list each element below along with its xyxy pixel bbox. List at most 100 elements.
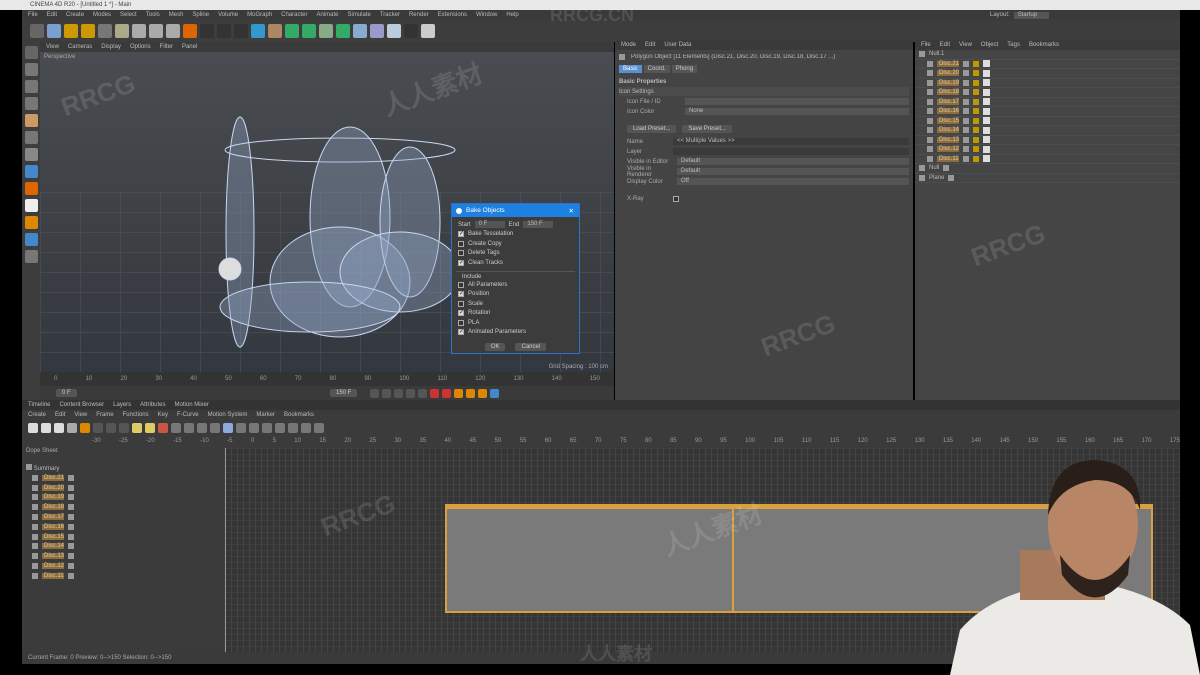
menu-item[interactable]: Key bbox=[158, 412, 168, 418]
timeline-tool-icon[interactable] bbox=[314, 423, 324, 433]
timeline-track[interactable]: Disc.13 bbox=[26, 551, 88, 561]
material-tag-icon[interactable] bbox=[983, 145, 990, 153]
timeline-window-icon[interactable] bbox=[490, 388, 499, 398]
material-tag-icon[interactable] bbox=[983, 155, 990, 163]
material-tag-icon[interactable] bbox=[983, 126, 990, 134]
material-tag-icon[interactable] bbox=[983, 107, 990, 115]
phong-tag-icon[interactable] bbox=[973, 146, 979, 153]
object-row[interactable]: Plane bbox=[915, 174, 1180, 183]
object-row[interactable]: Disc.13 bbox=[915, 136, 1180, 145]
timeline-tool-icon[interactable] bbox=[28, 423, 38, 433]
checkbox-row[interactable]: ✓ Bake Tesselation bbox=[452, 230, 579, 240]
timeline-track[interactable]: Disc.11 bbox=[26, 571, 88, 581]
menu-item[interactable]: Content Browser bbox=[59, 402, 104, 408]
timeline-tool-icon[interactable] bbox=[171, 423, 181, 433]
track-toggle-icon[interactable] bbox=[68, 484, 74, 491]
timeline-tool-icon[interactable] bbox=[301, 423, 311, 433]
timeline-track[interactable]: Disc.14 bbox=[26, 542, 88, 552]
tool-icon[interactable] bbox=[268, 24, 282, 38]
timeline-tool-icon[interactable] bbox=[93, 423, 103, 433]
tool-icon[interactable] bbox=[149, 24, 163, 38]
xray-checkbox[interactable] bbox=[673, 195, 679, 202]
visibility-dots-icon[interactable] bbox=[948, 174, 955, 181]
timeline-tool-icon[interactable] bbox=[210, 423, 220, 433]
mode-icon[interactable] bbox=[24, 233, 38, 246]
layer-field[interactable] bbox=[673, 148, 909, 155]
phong-tag-icon[interactable] bbox=[973, 127, 979, 134]
timeline-tool-icon[interactable] bbox=[158, 423, 168, 433]
tool-icon[interactable] bbox=[47, 24, 61, 38]
visibility-dots-icon[interactable] bbox=[963, 155, 969, 162]
tab-basic[interactable]: Basic bbox=[619, 64, 642, 73]
object-row-root[interactable]: Null.1 bbox=[915, 50, 1180, 60]
menu-item[interactable]: Edit bbox=[645, 42, 655, 48]
visibility-dots-icon[interactable] bbox=[963, 70, 969, 77]
tool-icon[interactable] bbox=[387, 24, 401, 38]
menu-item[interactable]: Render bbox=[409, 12, 429, 18]
phong-tag-icon[interactable] bbox=[973, 89, 979, 96]
mode-icon[interactable] bbox=[24, 131, 38, 144]
display-color-select[interactable]: Off bbox=[677, 178, 909, 185]
timeline-ruler[interactable]: 0 10 20 30 40 50 60 70 80 90 100 110 120 130 140 150 bbox=[40, 372, 614, 386]
tool-icon[interactable] bbox=[115, 24, 129, 38]
menu-item[interactable]: User Data bbox=[664, 42, 691, 48]
tool-icon[interactable] bbox=[64, 24, 78, 38]
menu-item[interactable]: Create bbox=[66, 12, 84, 18]
cancel-button[interactable]: Cancel bbox=[515, 343, 547, 351]
end-frame-field[interactable]: 150 F bbox=[330, 389, 358, 397]
timeline-tool-icon[interactable] bbox=[67, 423, 77, 433]
checkbox[interactable] bbox=[458, 250, 464, 257]
menu-item[interactable]: Mesh bbox=[169, 12, 184, 18]
timeline-track[interactable]: Disc.20 bbox=[26, 483, 88, 493]
menu-item[interactable]: Window bbox=[476, 12, 497, 18]
menu-item[interactable]: Layers bbox=[113, 402, 131, 408]
tool-icon[interactable] bbox=[353, 24, 367, 38]
visibility-dots-icon[interactable] bbox=[963, 98, 969, 105]
checkbox[interactable] bbox=[458, 240, 464, 247]
material-tag-icon[interactable] bbox=[983, 60, 990, 68]
object-row[interactable]: Disc.12 bbox=[915, 145, 1180, 155]
menu-item[interactable]: Tools bbox=[146, 12, 160, 18]
menu-item[interactable]: MoGraph bbox=[247, 12, 272, 18]
menu-item[interactable]: Bookmarks bbox=[284, 412, 314, 418]
timeline-tool-icon[interactable] bbox=[184, 423, 194, 433]
timeline-frame-ruler[interactable]: -30 -25 -20 -15 -10 -5 0 5 10 15 20 25 30 35 40 45 50 55 6… bbox=[92, 438, 1180, 448]
checkbox[interactable] bbox=[458, 319, 464, 326]
phong-tag-icon[interactable] bbox=[973, 117, 979, 124]
menu-item[interactable]: Volume bbox=[218, 12, 238, 18]
go-start-icon[interactable] bbox=[370, 388, 379, 398]
track-toggle-icon[interactable] bbox=[68, 474, 74, 481]
menu-item[interactable]: View bbox=[959, 42, 972, 48]
visibility-dots-icon[interactable] bbox=[963, 136, 969, 143]
menu-item[interactable]: Character bbox=[281, 12, 307, 18]
visibility-dots-icon[interactable] bbox=[963, 89, 969, 96]
menu-item[interactable]: File bbox=[921, 42, 931, 48]
timeline-tool-icon[interactable] bbox=[54, 423, 64, 433]
end-field[interactable]: 150 F bbox=[523, 221, 554, 229]
checkbox-row[interactable]: Scale bbox=[452, 299, 579, 309]
tool-icon[interactable] bbox=[81, 24, 95, 38]
icon-file-field[interactable] bbox=[685, 98, 909, 105]
object-row[interactable]: Disc.15 bbox=[915, 117, 1180, 126]
timeline-tool-icon[interactable] bbox=[80, 423, 90, 433]
tool-icon[interactable] bbox=[421, 24, 435, 38]
timeline-tool-icon[interactable] bbox=[41, 423, 51, 433]
material-tag-icon[interactable] bbox=[983, 69, 990, 77]
keyframe-selection-icon[interactable] bbox=[454, 388, 463, 398]
checkbox-row[interactable]: Create Copy bbox=[452, 239, 579, 249]
checkbox-row[interactable]: All Parameters bbox=[452, 280, 579, 290]
mode-icon[interactable] bbox=[24, 182, 38, 195]
menu-item[interactable]: Mode bbox=[621, 42, 636, 48]
checkbox[interactable]: ✓ bbox=[458, 259, 464, 266]
tool-icon[interactable] bbox=[285, 24, 299, 38]
timeline-track[interactable]: Disc.15 bbox=[26, 532, 88, 542]
mode-icon[interactable] bbox=[24, 250, 38, 263]
go-end-icon[interactable] bbox=[418, 388, 427, 398]
material-tag-icon[interactable] bbox=[983, 98, 990, 106]
mode-icon[interactable] bbox=[24, 46, 38, 59]
tool-icon[interactable] bbox=[200, 24, 214, 38]
menu-item[interactable]: Marker bbox=[256, 412, 275, 418]
autokey-icon[interactable] bbox=[442, 388, 451, 398]
track-toggle-icon[interactable] bbox=[68, 563, 74, 570]
tool-icon[interactable] bbox=[234, 24, 248, 38]
